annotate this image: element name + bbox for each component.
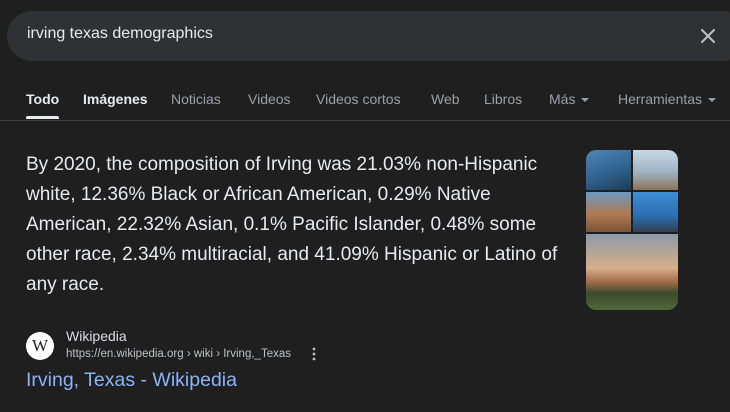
search-input[interactable]: irving texas demographics xyxy=(27,25,213,43)
tab-mas[interactable]: Más xyxy=(549,91,590,107)
search-tabs: Todo Imágenes Noticias Videos Videos cor… xyxy=(0,78,730,121)
tab-herramientas[interactable]: Herramientas xyxy=(618,91,717,107)
thumbnail-image-3 xyxy=(586,192,631,232)
more-vert-icon[interactable] xyxy=(312,347,316,364)
thumbnail-image-5 xyxy=(586,234,678,310)
tab-todo[interactable]: Todo xyxy=(26,91,59,107)
close-icon[interactable] xyxy=(697,25,719,47)
tab-videos[interactable]: Videos xyxy=(248,91,291,107)
site-url: https://en.wikipedia.org › wiki › Irving… xyxy=(66,348,291,360)
snippet-image-collage[interactable] xyxy=(586,150,678,310)
active-tab-indicator xyxy=(26,116,59,119)
chevron-down-icon xyxy=(708,98,717,103)
chevron-down-icon xyxy=(581,98,590,103)
thumbnail-image-1 xyxy=(586,150,631,190)
tab-videos-cortos[interactable]: Videos cortos xyxy=(316,91,401,107)
featured-snippet-text: By 2020, the composition of Irving was 2… xyxy=(26,154,558,295)
thumbnail-image-4 xyxy=(633,192,678,232)
result-title-link[interactable]: Irving, Texas - Wikipedia xyxy=(26,369,237,392)
wikipedia-favicon: W xyxy=(26,332,54,360)
site-name: Wikipedia xyxy=(66,328,127,344)
search-bar[interactable]: irving texas demographics xyxy=(7,11,730,61)
tab-noticias[interactable]: Noticias xyxy=(171,91,221,107)
tab-web[interactable]: Web xyxy=(431,91,460,107)
thumbnail-image-2 xyxy=(633,150,678,190)
tab-herramientas-label: Herramientas xyxy=(618,91,703,107)
tab-imagenes[interactable]: Imágenes xyxy=(83,91,148,107)
tab-mas-label: Más xyxy=(549,91,576,107)
tab-libros[interactable]: Libros xyxy=(484,91,522,107)
